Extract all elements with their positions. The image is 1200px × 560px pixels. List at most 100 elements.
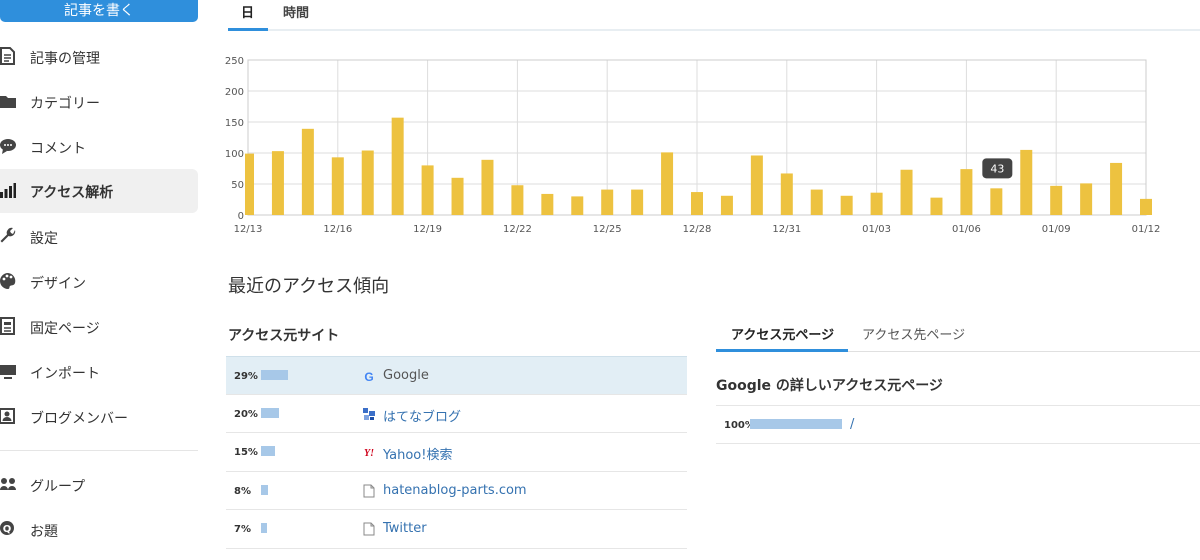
referrer-share-bar xyxy=(261,523,267,533)
sidebar-item-settings[interactable]: 設定 xyxy=(0,215,198,259)
sidebar-item-comments[interactable]: コメント xyxy=(0,125,198,169)
bar xyxy=(601,189,614,215)
bar xyxy=(511,185,524,215)
svg-text:Q: Q xyxy=(3,524,12,535)
yahoo-icon: Y! xyxy=(364,448,374,459)
referrer-percent: 15% xyxy=(234,447,258,458)
referrer-name-link[interactable]: Yahoo!検索 xyxy=(383,444,452,463)
referrer-row[interactable]: 15% Y! Yahoo!検索 xyxy=(226,433,687,472)
bar xyxy=(301,128,314,215)
bar xyxy=(271,151,284,215)
referrer-row[interactable]: 20% はてなブログ xyxy=(226,395,687,433)
sidebar-item-import[interactable]: インポート xyxy=(0,350,198,394)
sidebar-item-groups[interactable]: グループ xyxy=(0,463,198,507)
bar xyxy=(930,197,943,215)
period-tabs: 日 時間 xyxy=(228,0,1200,31)
sidebar-item-label: アクセス解析 xyxy=(30,185,114,201)
detail-row[interactable]: 100% / xyxy=(716,405,1200,444)
bar xyxy=(840,195,853,215)
referrer-share-bar xyxy=(261,484,268,495)
x-tick-label: 01/03 xyxy=(862,224,891,235)
topic-icon: Q xyxy=(0,521,14,535)
bar xyxy=(780,173,793,215)
x-tick-label: 01/09 xyxy=(1042,224,1071,235)
y-tick-label: 50 xyxy=(231,180,244,191)
detail-share-bar xyxy=(750,419,842,429)
bar xyxy=(361,150,374,215)
bar xyxy=(1140,198,1152,215)
referrer-row[interactable]: 8% hatenablog-parts.com xyxy=(226,472,687,510)
import-icon xyxy=(0,365,16,379)
sidebar-item-design[interactable]: デザイン xyxy=(0,260,198,304)
bar xyxy=(451,177,464,215)
referrer-percent: 8% xyxy=(234,485,251,497)
sidebar-item-topics[interactable]: Q お題 xyxy=(0,508,198,552)
y-tick-label: 100 xyxy=(225,149,244,160)
referrer-name-link[interactable]: はてなブログ xyxy=(383,406,461,425)
bar xyxy=(661,152,674,215)
referrer-table: 29% G Google 20% はてなブログ 15% Y! Yahoo!検索 8% hatena… xyxy=(226,356,687,549)
bar-chart-icon xyxy=(0,183,16,198)
y-tick-label: 250 xyxy=(225,56,244,67)
sidebar-item-label: カテゴリー xyxy=(30,96,100,112)
tab-destination-pages[interactable]: アクセス先ページ xyxy=(862,318,982,352)
referrer-row[interactable]: 29% G Google xyxy=(226,356,687,395)
sidebar: 記事を書く 記事の管理 カテゴリー コメント アクセス解析 設定 デザイン 固定… xyxy=(0,0,200,560)
referrer-sites-title: アクセス元サイト xyxy=(228,328,340,344)
sidebar-item-label: ブログメンバー xyxy=(30,411,128,427)
referrer-name-link[interactable]: Google xyxy=(383,368,429,383)
google-icon: G xyxy=(364,370,373,383)
page-icon xyxy=(363,522,375,536)
wrench-icon xyxy=(0,227,16,243)
y-tick-label: 150 xyxy=(225,118,244,129)
page-tabs: アクセス元ページ アクセス先ページ xyxy=(716,318,1200,352)
referrer-name-link[interactable]: hatenablog-parts.com xyxy=(383,483,527,498)
folder-icon xyxy=(0,96,16,108)
tab-source-pages[interactable]: アクセス元ページ xyxy=(716,318,848,352)
referrer-row[interactable]: 7% Twitter xyxy=(226,510,687,549)
document-icon xyxy=(0,47,15,65)
referrer-percent: 7% xyxy=(234,524,251,535)
write-article-button[interactable]: 記事を書く xyxy=(0,0,198,22)
bar xyxy=(691,192,703,215)
bar xyxy=(331,157,344,215)
group-icon xyxy=(0,478,16,490)
bar xyxy=(421,165,434,215)
page-icon xyxy=(363,484,375,497)
sidebar-item-blog-members[interactable]: ブログメンバー xyxy=(0,395,198,439)
bar xyxy=(541,193,554,215)
sidebar-item-label: 固定ページ xyxy=(30,321,100,337)
bar xyxy=(810,189,823,215)
sidebar-item-articles[interactable]: 記事の管理 xyxy=(0,35,198,79)
sidebar-item-label: コメント xyxy=(30,141,86,157)
sidebar-item-label: インポート xyxy=(30,366,100,382)
comment-icon xyxy=(0,139,16,154)
svg-text:G: G xyxy=(364,370,373,383)
sidebar-item-label: 設定 xyxy=(30,231,58,247)
referrer-name-link[interactable]: Twitter xyxy=(383,521,427,536)
x-tick-label: 12/28 xyxy=(683,224,712,235)
bar xyxy=(631,189,644,215)
y-tick-label: 0 xyxy=(238,211,244,222)
x-tick-label: 12/16 xyxy=(323,224,352,235)
tab-day[interactable]: 日 xyxy=(228,0,268,31)
recent-trends-title: 最近のアクセス傾向 xyxy=(228,276,390,297)
referrer-percent: 29% xyxy=(234,371,258,382)
sidebar-item-label: 記事の管理 xyxy=(30,51,100,67)
y-tick-label: 200 xyxy=(225,87,244,98)
bar xyxy=(900,169,913,215)
tab-hour[interactable]: 時間 xyxy=(283,0,323,31)
sidebar-item-categories[interactable]: カテゴリー xyxy=(0,80,198,124)
x-tick-label: 12/13 xyxy=(234,224,263,235)
x-tick-label: 12/31 xyxy=(772,224,801,235)
palette-icon xyxy=(0,273,16,289)
sidebar-item-label: お題 xyxy=(30,524,58,540)
page-icon xyxy=(0,317,15,335)
bar xyxy=(481,159,494,215)
bar xyxy=(571,196,584,215)
sidebar-item-static-pages[interactable]: 固定ページ xyxy=(0,305,198,349)
sidebar-item-analytics[interactable]: アクセス解析 xyxy=(0,169,198,213)
hatena-icon xyxy=(363,407,375,420)
bar xyxy=(1020,149,1033,215)
detail-path-link[interactable]: / xyxy=(850,417,854,432)
